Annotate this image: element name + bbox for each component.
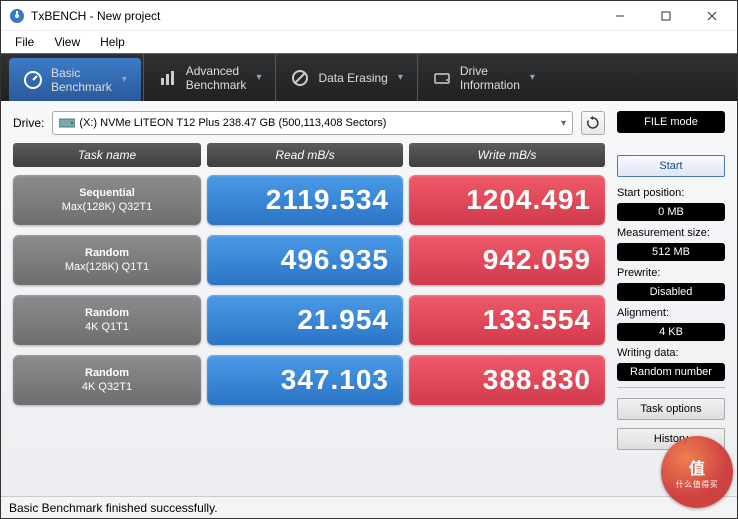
tab-data-erasing[interactable]: Data Erasing ▾ (275, 54, 416, 101)
menu-view[interactable]: View (46, 33, 88, 51)
tab-drive-information[interactable]: DriveInformation ▾ (417, 54, 549, 101)
measurement-size-label: Measurement size: (617, 227, 725, 239)
gauge-icon (23, 70, 43, 90)
writing-data-label: Writing data: (617, 347, 725, 359)
start-button[interactable]: Start (617, 155, 725, 177)
tab-label-l2: Benchmark (51, 80, 112, 94)
minimize-button[interactable] (597, 1, 643, 31)
bar-chart-icon (158, 68, 178, 88)
header-write: Write mB/s (409, 143, 605, 167)
statusbar: Basic Benchmark finished successfully. (1, 496, 737, 518)
menu-help[interactable]: Help (92, 33, 133, 51)
read-value: 347.103 (207, 355, 403, 405)
task-cell: Random4K Q32T1 (13, 355, 201, 405)
titlebar: TxBENCH - New project (1, 1, 737, 31)
start-position-label: Start position: (617, 187, 725, 199)
erase-icon (290, 68, 310, 88)
refresh-button[interactable] (581, 111, 605, 135)
side-column: FILE mode Start Start position: 0 MB Mea… (617, 111, 725, 492)
drive-icon (432, 68, 452, 88)
read-value: 21.954 (207, 295, 403, 345)
task-cell: RandomMax(128K) Q1T1 (13, 235, 201, 285)
write-value: 942.059 (409, 235, 605, 285)
drive-label: Drive: (13, 116, 44, 130)
chevron-down-icon: ▾ (561, 118, 566, 129)
start-position-value: 0 MB (617, 203, 725, 221)
task-cell: Random4K Q1T1 (13, 295, 201, 345)
file-mode-indicator: FILE mode (617, 111, 725, 133)
prewrite-label: Prewrite: (617, 267, 725, 279)
close-button[interactable] (689, 1, 735, 31)
write-value: 1204.491 (409, 175, 605, 225)
menubar: File View Help (1, 31, 737, 53)
chevron-down-icon: ▾ (122, 74, 127, 85)
status-text: Basic Benchmark finished successfully. (9, 501, 218, 515)
maximize-button[interactable] (643, 1, 689, 31)
header-read: Read mB/s (207, 143, 403, 167)
read-value: 2119.534 (207, 175, 403, 225)
results-header: Task name Read mB/s Write mB/s (13, 143, 605, 167)
write-value: 133.554 (409, 295, 605, 345)
window-title: TxBENCH - New project (31, 9, 597, 23)
write-value: 388.830 (409, 355, 605, 405)
hdd-icon (59, 117, 75, 129)
menu-file[interactable]: File (7, 33, 42, 51)
result-row: Random4K Q32T1 347.103 388.830 (13, 355, 605, 405)
drive-value: (X:) NVMe LITEON T12 Plus 238.47 GB (500… (79, 117, 386, 129)
watermark-badge: 值 什么值得买 (661, 436, 733, 508)
watermark-sub: 什么值得买 (676, 479, 719, 490)
main-column: Drive: (X:) NVMe LITEON T12 Plus 238.47 … (13, 111, 605, 492)
body-area: Drive: (X:) NVMe LITEON T12 Plus 238.47 … (1, 101, 737, 496)
tab-label-l1: Basic (51, 66, 80, 80)
alignment-label: Alignment: (617, 307, 725, 319)
app-icon (9, 8, 25, 24)
tab-advanced-benchmark[interactable]: AdvancedBenchmark ▾ (143, 54, 276, 101)
task-cell: SequentialMax(128K) Q32T1 (13, 175, 201, 225)
drive-row: Drive: (X:) NVMe LITEON T12 Plus 238.47 … (13, 111, 605, 135)
tabbar: BasicBenchmark ▾ AdvancedBenchmark ▾ Dat… (1, 53, 737, 101)
writing-data-value: Random number (617, 363, 725, 381)
header-task: Task name (13, 143, 201, 167)
refresh-icon (586, 116, 600, 130)
tab-basic-benchmark[interactable]: BasicBenchmark ▾ (9, 58, 141, 101)
chevron-down-icon: ▾ (256, 72, 261, 83)
result-row: Random4K Q1T1 21.954 133.554 (13, 295, 605, 345)
read-value: 496.935 (207, 235, 403, 285)
result-row: SequentialMax(128K) Q32T1 2119.534 1204.… (13, 175, 605, 225)
chevron-down-icon: ▾ (398, 72, 403, 83)
result-row: RandomMax(128K) Q1T1 496.935 942.059 (13, 235, 605, 285)
measurement-size-value: 512 MB (617, 243, 725, 261)
chevron-down-icon: ▾ (530, 72, 535, 83)
task-options-button[interactable]: Task options (617, 398, 725, 420)
watermark-main: 值 (689, 455, 705, 479)
alignment-value: 4 KB (617, 323, 725, 341)
drive-select[interactable]: (X:) NVMe LITEON T12 Plus 238.47 GB (500… (52, 111, 573, 135)
prewrite-value: Disabled (617, 283, 725, 301)
divider (617, 387, 725, 388)
